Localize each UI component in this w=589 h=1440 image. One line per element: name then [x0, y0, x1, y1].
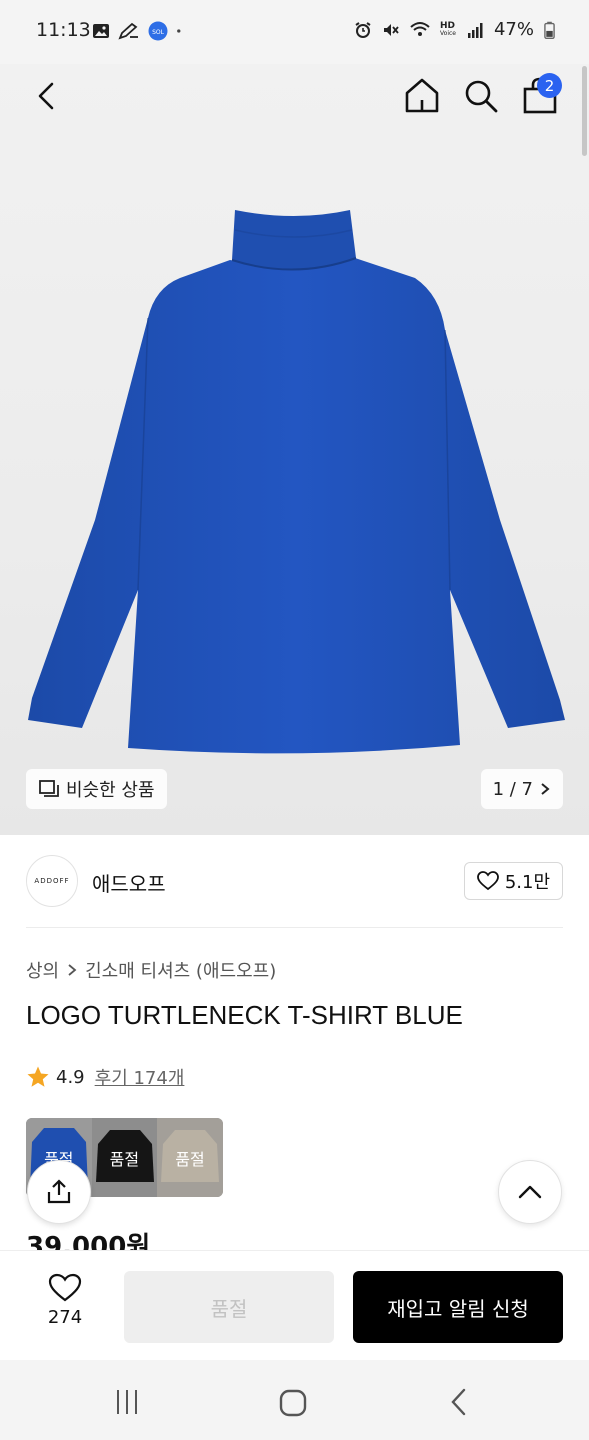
app-badge-icon: SOL [148, 21, 168, 41]
status-time: 11:13 [36, 19, 91, 41]
pen-icon [118, 22, 138, 40]
home-button-icon[interactable] [278, 1388, 308, 1418]
svg-text:SOL: SOL [152, 29, 165, 36]
chevron-up-icon [518, 1185, 542, 1199]
product-price: 39,000원 [26, 1232, 151, 1250]
dot-icon [177, 29, 181, 33]
swatch-soldout-label: 품절 [175, 1150, 205, 1169]
top-nav [0, 64, 589, 128]
heart-icon [476, 871, 499, 891]
system-back-icon[interactable] [447, 1386, 471, 1418]
chevron-right-icon [68, 964, 77, 976]
bottom-action-bar: 274 품절 재입고 알림 신청 [0, 1250, 589, 1360]
brand-like-button[interactable]: 5.1만 [463, 862, 563, 900]
divider [26, 927, 563, 928]
similar-products-icon [39, 780, 59, 797]
battery-percent: 47% [493, 19, 534, 40]
brand-name[interactable]: 애드오프 [92, 868, 166, 897]
wishlist-button[interactable]: 274 [30, 1273, 100, 1328]
scroll-top-button[interactable] [498, 1160, 562, 1224]
image-pager-label: 1 / 7 [492, 778, 533, 800]
wifi-icon [410, 21, 430, 36]
cart-count-badge: 2 [537, 73, 562, 98]
share-icon [47, 1179, 71, 1204]
swatch-black[interactable]: 품절 [91, 1118, 158, 1197]
rating-row: 4.9 후기 174개 [26, 1064, 184, 1090]
alarm-icon [355, 21, 371, 38]
share-button[interactable] [27, 1160, 91, 1224]
network-sublabel: Voice [440, 29, 456, 37]
brand-row: ADDOFF 애드오프 5.1만 [26, 855, 563, 907]
network-label: HD [440, 20, 456, 31]
wishlist-count: 274 [47, 1307, 83, 1328]
similar-products-button[interactable]: 비슷한 상품 [26, 769, 167, 809]
brand-like-count: 5.1만 [504, 872, 550, 893]
status-bar: 11:13 SOL HD Voice 47% [0, 0, 589, 64]
signal-icon [467, 22, 483, 38]
similar-products-label: 비슷한 상품 [66, 780, 155, 801]
system-nav-bar [0, 1360, 589, 1440]
breadcrumb-subcategory[interactable]: 긴소매 티셔츠 (애드오프) [85, 957, 276, 983]
brand-logo[interactable]: ADDOFF [26, 855, 78, 907]
mute-icon [384, 23, 399, 36]
swatch-soldout-label: 품절 [109, 1150, 140, 1169]
scrollbar[interactable] [582, 66, 587, 156]
star-icon [27, 1066, 49, 1087]
breadcrumb-category[interactable]: 상의 [26, 957, 59, 983]
search-icon[interactable] [461, 76, 501, 116]
product-title: LOGO TURTLENECK T-SHIRT BLUE [26, 1000, 463, 1030]
rating-value: 4.9 [56, 1066, 85, 1088]
image-icon [93, 24, 109, 38]
soldout-button: 품절 [124, 1271, 334, 1343]
breadcrumb: 상의 긴소매 티셔츠 (애드오프) [26, 957, 276, 983]
chevron-right-icon [541, 783, 550, 795]
image-pager[interactable]: 1 / 7 [480, 769, 563, 809]
reviews-link[interactable]: 후기 174개 [95, 1064, 185, 1090]
swatch-beige[interactable]: 품절 [157, 1118, 223, 1197]
heart-icon [48, 1273, 82, 1302]
battery-icon [544, 21, 555, 39]
home-icon[interactable] [402, 76, 442, 116]
product-image [28, 210, 565, 754]
back-icon[interactable] [30, 76, 66, 116]
restock-alert-button[interactable]: 재입고 알림 신청 [353, 1271, 563, 1343]
recent-apps-icon[interactable] [112, 1388, 142, 1416]
